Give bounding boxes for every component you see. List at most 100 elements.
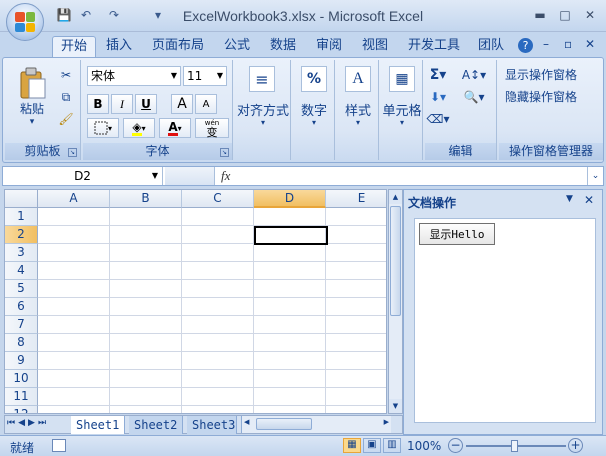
- page-break-view-icon[interactable]: ▥: [383, 438, 401, 453]
- tab-view[interactable]: 视图: [354, 36, 396, 58]
- row-header[interactable]: 5: [5, 280, 38, 298]
- fill-icon[interactable]: ⬇▾: [429, 88, 447, 106]
- borders-button[interactable]: ▾: [87, 118, 119, 138]
- horizontal-scroll-thumb[interactable]: [256, 418, 312, 430]
- zoom-slider-thumb[interactable]: [511, 440, 518, 452]
- ribbon-close-button[interactable]: ✕: [585, 37, 595, 51]
- row-header[interactable]: 1: [5, 208, 38, 226]
- format-painter-icon[interactable]: 🖌: [57, 110, 75, 128]
- zoom-in-icon[interactable]: +: [568, 438, 583, 453]
- alignment-group[interactable]: ≡ 对齐方式 ▾: [235, 60, 291, 160]
- italic-button[interactable]: I: [111, 94, 133, 114]
- close-button[interactable]: ✕: [580, 8, 600, 22]
- copy-icon[interactable]: ⧉: [57, 88, 75, 106]
- row-header[interactable]: 2: [5, 226, 38, 244]
- task-pane-close-icon[interactable]: ✕: [584, 193, 594, 207]
- styles-group[interactable]: A 样式 ▾: [337, 60, 379, 160]
- show-hello-button[interactable]: 显示Hello: [419, 223, 495, 245]
- zoom-out-icon[interactable]: −: [448, 438, 463, 453]
- redo-icon[interactable]: ↷: [106, 7, 122, 23]
- help-icon[interactable]: ?: [518, 38, 533, 53]
- formula-input[interactable]: [241, 167, 589, 185]
- tab-team[interactable]: 团队: [470, 36, 512, 58]
- normal-view-icon[interactable]: ▦: [343, 438, 361, 453]
- ribbon-restore-button[interactable]: ▫: [564, 37, 572, 51]
- show-taskpane-button[interactable]: 显示操作窗格: [505, 66, 577, 83]
- ribbon-minimize-button[interactable]: –: [543, 37, 549, 51]
- active-cell[interactable]: [254, 226, 328, 245]
- row-header[interactable]: 8: [5, 334, 38, 352]
- scroll-right-icon[interactable]: ▶: [384, 418, 389, 426]
- row-header[interactable]: 10: [5, 370, 38, 388]
- font-color-button[interactable]: A ▾: [159, 118, 191, 138]
- number-group[interactable]: % 数字 ▾: [293, 60, 335, 160]
- tab-review[interactable]: 审阅: [308, 36, 350, 58]
- row-header[interactable]: 6: [5, 298, 38, 316]
- underline-button[interactable]: U: [135, 94, 157, 114]
- row-header[interactable]: 3: [5, 244, 38, 262]
- scroll-left-icon[interactable]: ◀: [244, 418, 249, 426]
- tab-developer[interactable]: 开发工具: [400, 36, 468, 58]
- hide-taskpane-button[interactable]: 隐藏操作窗格: [505, 88, 577, 105]
- font-size-dropdown-icon[interactable]: ▼: [217, 67, 223, 85]
- zoom-level[interactable]: 100%: [407, 439, 441, 453]
- scroll-up-icon[interactable]: ▲: [389, 190, 402, 204]
- tab-formulas[interactable]: 公式: [216, 36, 258, 58]
- worksheet-grid[interactable]: ABCDE 1 2 3 4 5 6 7 8 9 10 11 12: [4, 189, 387, 414]
- tab-home[interactable]: 开始: [52, 36, 97, 58]
- clipboard-dialog-launcher-icon[interactable]: ↘: [68, 148, 77, 157]
- row-header[interactable]: 11: [5, 388, 38, 406]
- phonetic-button[interactable]: wén 变: [195, 118, 229, 138]
- expand-formula-icon[interactable]: ⌄: [587, 167, 603, 185]
- maximize-button[interactable]: □: [555, 8, 575, 22]
- paste-dropdown-icon[interactable]: ▾: [30, 117, 35, 127]
- save-icon[interactable]: 💾: [56, 7, 72, 23]
- tab-data[interactable]: 数据: [262, 36, 304, 58]
- scroll-down-icon[interactable]: ▼: [389, 399, 402, 413]
- autosum-icon[interactable]: Σ▾: [429, 66, 447, 84]
- grow-font-button[interactable]: A: [171, 94, 193, 114]
- vertical-scroll-thumb[interactable]: [390, 206, 401, 316]
- sheet-tab-2[interactable]: Sheet2: [129, 416, 184, 434]
- minimize-button[interactable]: ▬: [530, 8, 550, 22]
- sheet-tab-1[interactable]: Sheet1: [71, 416, 126, 434]
- name-box[interactable]: D2 ▼: [3, 167, 163, 185]
- task-pane-menu-icon[interactable]: ▼: [566, 194, 573, 204]
- font-size-combo[interactable]: 11 ▼: [183, 66, 227, 86]
- fill-color-button[interactable]: ◈ ▾: [123, 118, 155, 138]
- font-name-dropdown-icon[interactable]: ▼: [171, 67, 177, 85]
- row-header[interactable]: 4: [5, 262, 38, 280]
- column-header[interactable]: E: [326, 190, 386, 208]
- sheet-navigation-icons[interactable]: ⏮◀▶⏭: [7, 418, 49, 428]
- column-header[interactable]: C: [182, 190, 254, 208]
- bold-button[interactable]: B: [87, 94, 109, 114]
- font-dialog-launcher-icon[interactable]: ↘: [220, 148, 229, 157]
- insert-function-icon[interactable]: fx: [221, 168, 230, 184]
- row-header[interactable]: 9: [5, 352, 38, 370]
- macro-record-icon[interactable]: [52, 439, 66, 452]
- formula-bar-splitter[interactable]: [165, 167, 215, 185]
- row-header[interactable]: 12: [5, 406, 38, 413]
- clear-icon[interactable]: ⌫▾: [427, 110, 450, 128]
- office-button[interactable]: [6, 3, 44, 41]
- cells-group[interactable]: ▦ 单元格 ▾: [381, 60, 423, 160]
- sort-filter-icon[interactable]: A↕▾: [459, 66, 489, 84]
- undo-icon[interactable]: ↶: [78, 7, 94, 23]
- tab-page-layout[interactable]: 页面布局: [144, 36, 212, 58]
- horizontal-scrollbar[interactable]: ◀ ▶: [241, 416, 391, 433]
- column-header[interactable]: B: [110, 190, 182, 208]
- page-layout-view-icon[interactable]: ▣: [363, 438, 381, 453]
- column-header[interactable]: A: [38, 190, 110, 208]
- select-all-corner[interactable]: [5, 190, 38, 208]
- row-header[interactable]: 7: [5, 316, 38, 334]
- cut-icon[interactable]: ✂: [57, 66, 75, 84]
- qat-customize-icon[interactable]: ▾: [150, 7, 166, 23]
- paste-button[interactable]: 粘贴 ▾: [9, 62, 55, 130]
- font-name-combo[interactable]: 宋体 ▼: [87, 66, 181, 86]
- sheet-tab-3[interactable]: Sheet3: [187, 416, 237, 434]
- find-select-icon[interactable]: 🔍▾: [459, 88, 489, 106]
- column-header[interactable]: D: [254, 190, 326, 208]
- name-box-dropdown-icon[interactable]: ▼: [152, 167, 158, 185]
- tab-insert[interactable]: 插入: [98, 36, 140, 58]
- vertical-scrollbar[interactable]: ▲ ▼: [388, 189, 403, 414]
